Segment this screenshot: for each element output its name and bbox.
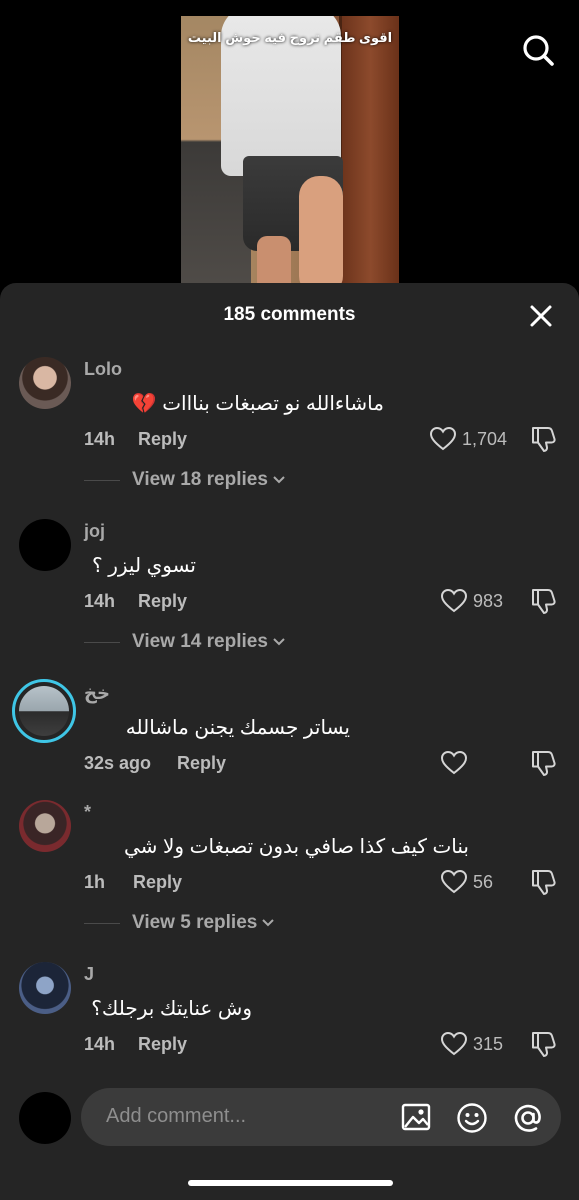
- heart-icon: [430, 427, 456, 451]
- comments-count-title: 185 comments: [223, 304, 356, 325]
- comment-time: 14h: [84, 429, 116, 449]
- like-button[interactable]: 56: [441, 868, 493, 896]
- like-button[interactable]: [441, 749, 473, 777]
- avatar[interactable]: [19, 800, 71, 852]
- view-replies-label: View 5 replies: [132, 912, 258, 933]
- close-icon[interactable]: [526, 301, 556, 331]
- view-replies-label: View 18 replies: [132, 469, 268, 490]
- heart-icon: [441, 1032, 467, 1056]
- comment-text: يساتر جسمك يجنن ماشالله: [125, 717, 350, 739]
- comment-username[interactable]: joj: [84, 521, 105, 542]
- chevron-down-icon: [262, 919, 275, 927]
- image-icon[interactable]: [401, 1102, 431, 1132]
- comment-text: وش عنايتك برجلك؟: [91, 998, 252, 1020]
- like-count: 56: [473, 871, 494, 892]
- video-background-door: [339, 16, 399, 290]
- dislike-icon[interactable]: [529, 587, 557, 615]
- like-button[interactable]: 983: [441, 587, 503, 615]
- avatar[interactable]: [19, 1092, 71, 1144]
- comment-composer: Add comment...: [0, 1080, 579, 1200]
- comment-text: ماشاءالله نو تصبغات بنااات 💔: [131, 393, 384, 415]
- emoji-icon[interactable]: [456, 1102, 487, 1133]
- avatar-story-ring[interactable]: [12, 679, 76, 743]
- avatar[interactable]: [19, 519, 71, 571]
- like-count: 983: [473, 590, 504, 611]
- chevron-down-icon: [273, 638, 285, 646]
- comment-time: 32s ago: [84, 753, 152, 773]
- video-player[interactable]: اقوى طقم تروح فيه حوش البيت: [0, 0, 579, 290]
- comment-time: 14h: [84, 1034, 116, 1054]
- comment-input[interactable]: Add comment...: [81, 1088, 561, 1146]
- heart-icon: [441, 751, 467, 775]
- reply-button[interactable]: Reply: [177, 753, 226, 774]
- avatar: [19, 686, 69, 736]
- comment-text: تسوي ليزر ؟: [92, 555, 196, 577]
- reply-button[interactable]: Reply: [133, 872, 182, 893]
- chevron-down-icon: [273, 476, 285, 484]
- home-indicator[interactable]: [188, 1180, 393, 1186]
- video-caption: اقوى طقم تروح فيه حوش البيت: [187, 30, 393, 45]
- avatar[interactable]: [19, 357, 71, 409]
- dislike-icon[interactable]: [529, 868, 557, 896]
- comment-username[interactable]: خخ: [84, 683, 110, 704]
- reply-button[interactable]: Reply: [138, 429, 187, 450]
- reply-button[interactable]: Reply: [138, 1034, 187, 1055]
- comment-input-placeholder[interactable]: Add comment...: [106, 1105, 246, 1128]
- view-replies-button[interactable]: View 18 replies: [84, 469, 286, 491]
- at-icon[interactable]: [512, 1102, 542, 1132]
- view-replies-button[interactable]: View 14 replies: [84, 631, 286, 653]
- view-replies-button[interactable]: View 5 replies: [84, 912, 275, 934]
- dislike-icon[interactable]: [529, 749, 557, 777]
- comment-username[interactable]: *: [84, 802, 91, 823]
- like-count: 1,704: [462, 428, 508, 449]
- heart-icon: [441, 589, 467, 613]
- comment-time: 1h: [84, 872, 106, 892]
- divider: [84, 641, 120, 643]
- video-frame[interactable]: [181, 16, 399, 290]
- search-icon[interactable]: [520, 32, 556, 68]
- like-count: 315: [473, 1033, 504, 1054]
- comment-time: 14h: [84, 591, 116, 611]
- view-replies-label: View 14 replies: [132, 631, 268, 652]
- comment-username[interactable]: J: [84, 964, 94, 985]
- video-person-leg-left: [257, 236, 291, 290]
- like-button[interactable]: 1,704: [430, 425, 507, 453]
- divider: [84, 922, 120, 924]
- dislike-icon[interactable]: [529, 1030, 557, 1058]
- video-person-leg-right: [299, 176, 343, 290]
- avatar[interactable]: [19, 962, 71, 1014]
- reply-button[interactable]: Reply: [138, 591, 187, 612]
- dislike-icon[interactable]: [529, 425, 557, 453]
- like-button[interactable]: 315: [441, 1030, 503, 1058]
- comment-username[interactable]: Lolo: [84, 359, 122, 380]
- comments-sheet: 185 comments Lolo ماشاءالله نو تصبغات بن…: [0, 283, 579, 1200]
- divider: [84, 479, 120, 481]
- comment-text: بنات كيف كذا صافي بدون تصبغات ولا شي: [124, 836, 469, 858]
- heart-icon: [441, 870, 467, 894]
